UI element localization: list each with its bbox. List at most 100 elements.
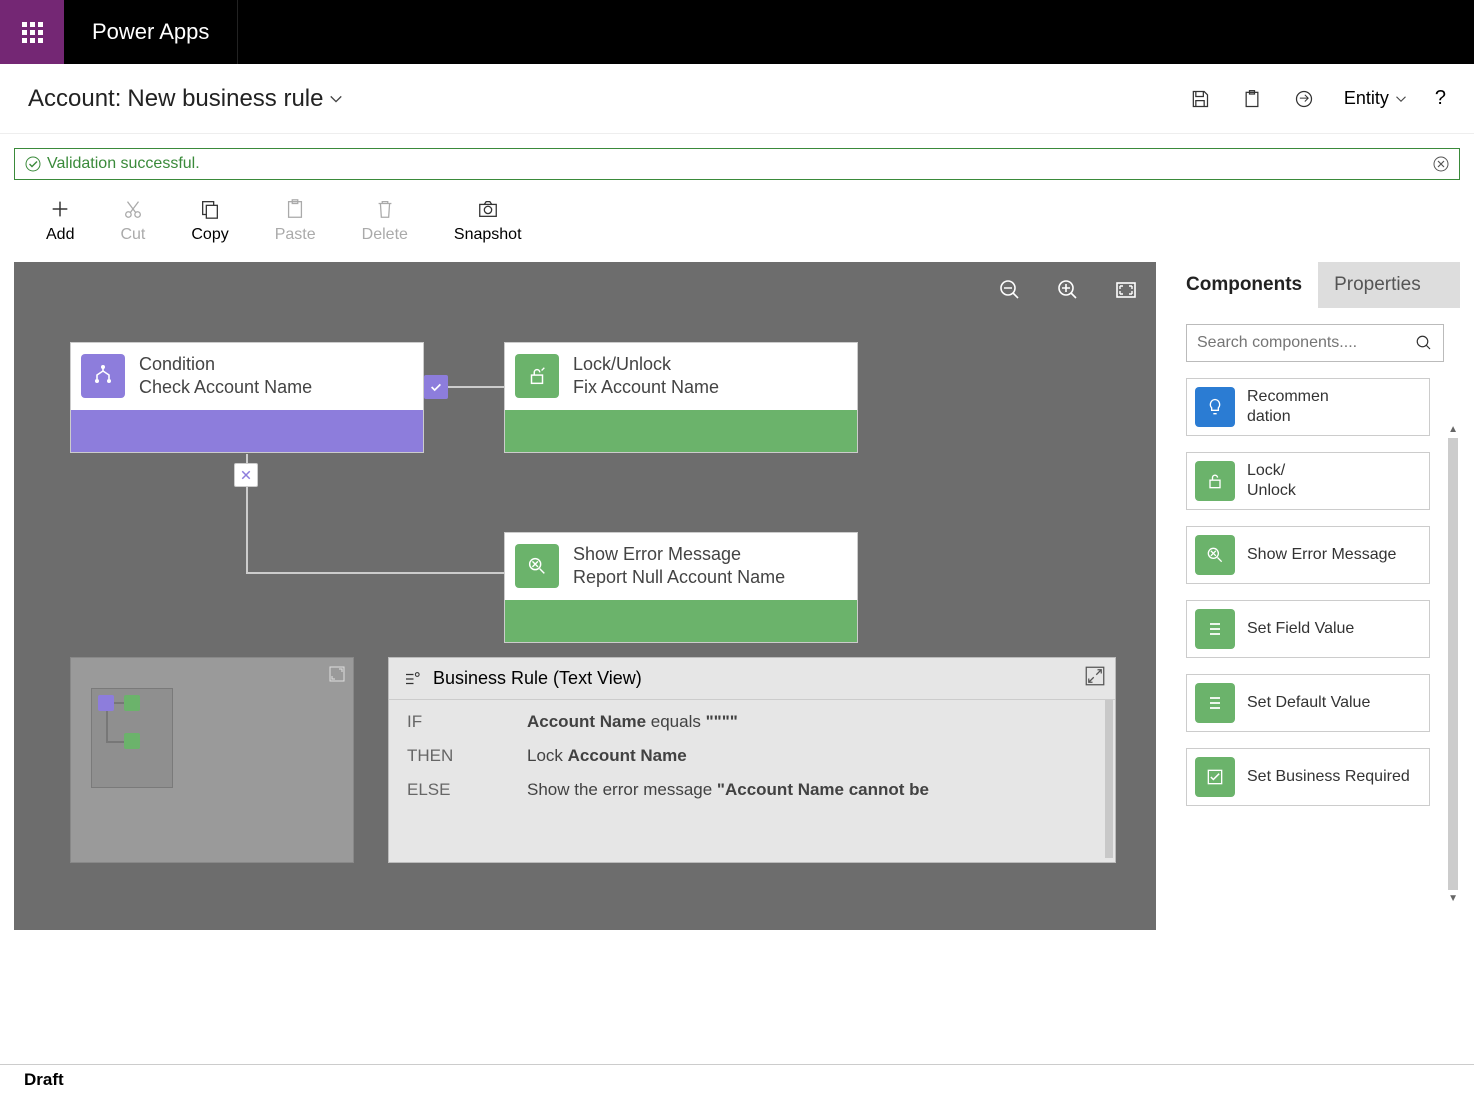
connector-false-hline [246,572,504,574]
show-error-node[interactable]: Show Error Message Report Null Account N… [504,532,858,643]
node-footer [505,410,857,452]
delete-label: Delete [362,226,408,244]
paste-button[interactable]: Paste [275,198,316,244]
component-set-business-required[interactable]: Set Business Required [1186,748,1430,806]
add-button[interactable]: Add [46,198,74,244]
node-title: Condition Check Account Name [139,353,312,400]
cut-button[interactable]: Cut [120,198,145,244]
status-label: Draft [24,1070,64,1090]
zoom-in-button[interactable] [1056,278,1080,302]
list-icon [1195,683,1235,723]
tab-properties[interactable]: Properties [1318,262,1460,308]
mini-connector [106,711,108,741]
then-keyword: THEN [407,746,467,766]
else-keyword: ELSE [407,780,467,800]
lock-icon [515,354,559,398]
else-clause: Show the error message "Account Name can… [527,780,929,800]
search-icon [1415,334,1433,352]
waffle-icon [22,22,43,43]
paste-label: Paste [275,226,316,244]
action-toolbar: Add Cut Copy Paste Delete Snapshot [0,180,1474,262]
text-view-scrollbar[interactable] [1105,700,1113,858]
node-title: Show Error Message Report Null Account N… [573,543,785,590]
copy-label: Copy [191,226,228,244]
minimap-viewport [91,688,173,788]
mini-connector [114,702,124,704]
mini-lock-icon [124,695,140,711]
node-name-label: Report Null Account Name [573,566,785,589]
text-view-title: Business Rule (Text View) [433,668,642,689]
page-header: Account: New business rule Entity ? [0,64,1474,134]
zoom-out-button[interactable] [998,278,1022,302]
minimap[interactable] [70,657,354,863]
text-view-body: IF Account Name equals """" THEN Lock Ac… [389,700,1115,858]
validate-button[interactable] [1240,87,1264,111]
node-name-label: Fix Account Name [573,376,719,399]
add-label: Add [46,226,74,244]
title-body: New business rule [127,85,323,113]
copy-button[interactable]: Copy [191,198,228,244]
gear-list-icon [403,670,421,688]
error-icon [515,544,559,588]
mini-connector [106,741,124,743]
mini-condition-icon [98,695,114,711]
check-circle-icon [25,156,41,172]
node-type-label: Show Error Message [573,543,785,566]
error-icon [1195,535,1235,575]
canvas-controls [998,278,1138,302]
business-rule-text-view: Business Rule (Text View) IF Account Nam… [388,657,1116,863]
top-app-bar: Power Apps [0,0,1474,64]
if-clause: Account Name equals """" [527,712,738,732]
fit-screen-button[interactable] [1114,278,1138,302]
check-icon [429,380,443,394]
list-icon [1195,609,1235,649]
component-list: Recommendation Lock/ Unlock Show Error M… [1186,378,1444,806]
brand-label: Power Apps [64,0,238,64]
delete-button[interactable]: Delete [362,198,408,244]
node-footer [505,600,857,642]
component-search[interactable] [1186,324,1444,362]
scope-dropdown[interactable]: Entity [1344,88,1407,109]
scroll-up-arrow[interactable]: ▲ [1448,424,1458,435]
component-lock-unlock[interactable]: Lock/ Unlock [1186,452,1430,510]
text-view-header: Business Rule (Text View) [389,658,1115,700]
close-banner-button[interactable] [1433,156,1449,172]
component-show-error[interactable]: Show Error Message [1186,526,1430,584]
component-label: Set Field Value [1247,619,1354,639]
lock-unlock-node[interactable]: Lock/Unlock Fix Account Name [504,342,858,453]
tab-components[interactable]: Components [1170,262,1318,308]
component-label: Set Default Value [1247,693,1370,713]
help-button[interactable]: ? [1435,87,1446,110]
header-actions: Entity ? [1188,87,1446,111]
node-footer [71,410,423,452]
scroll-down-arrow[interactable]: ▼ [1448,893,1458,904]
expand-icon[interactable] [329,666,345,682]
condition-node[interactable]: Condition Check Account Name [70,342,424,453]
lightbulb-icon [1195,387,1235,427]
component-recommendation[interactable]: Recommendation [1186,378,1430,436]
snapshot-button[interactable]: Snapshot [454,198,522,244]
lock-icon [1195,461,1235,501]
save-button[interactable] [1188,87,1212,111]
designer-canvas[interactable]: Condition Check Account Name Lock/Unlock… [14,262,1156,930]
node-name-label: Check Account Name [139,376,312,399]
right-panel: Components Properties Recommendation Loc… [1170,262,1460,930]
panel-tabs: Components Properties [1170,262,1460,308]
expand-text-view-button[interactable] [1085,666,1105,686]
true-branch-marker[interactable] [424,375,448,399]
status-bar: Draft [0,1064,1474,1094]
if-keyword: IF [407,712,467,732]
app-launcher-button[interactable] [0,0,64,64]
rule-title-dropdown[interactable]: Account: New business rule [28,85,343,113]
validation-message: Validation successful. [47,155,200,173]
search-input[interactable] [1197,334,1415,352]
title-prefix: Account: [28,85,121,113]
panel-scrollbar[interactable] [1448,438,1458,890]
mini-error-icon [124,733,140,749]
activate-button[interactable] [1292,87,1316,111]
scope-label: Entity [1344,88,1389,109]
validation-banner: Validation successful. [14,148,1460,180]
component-set-default-value[interactable]: Set Default Value [1186,674,1430,732]
component-set-field-value[interactable]: Set Field Value [1186,600,1430,658]
false-branch-marker[interactable] [234,463,258,487]
